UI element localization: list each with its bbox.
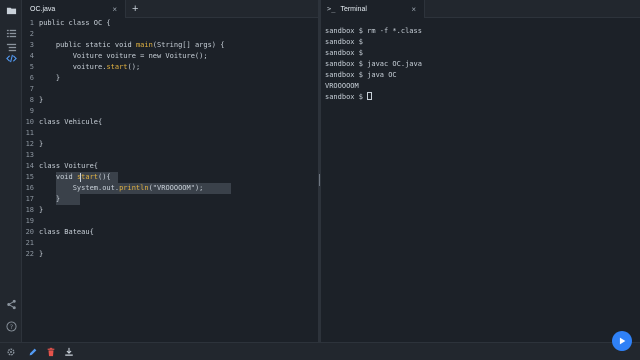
line-number: 3 bbox=[29, 41, 34, 49]
code-line[interactable]: 13 bbox=[22, 150, 318, 161]
terminal-line: sandbox $ bbox=[325, 49, 363, 57]
code-text: System.out.println("VROOOOOM"); bbox=[39, 184, 204, 192]
settings-icon[interactable] bbox=[5, 346, 17, 358]
resize-handle[interactable] bbox=[319, 174, 320, 186]
line-number: 15 bbox=[25, 173, 34, 181]
add-tab-button[interactable]: + bbox=[132, 0, 138, 18]
line-number: 18 bbox=[25, 206, 34, 214]
edit-icon[interactable] bbox=[27, 346, 39, 358]
code-text: } bbox=[39, 206, 44, 214]
close-icon[interactable]: × bbox=[112, 5, 117, 14]
line-number: 21 bbox=[25, 239, 34, 247]
code-text: class Vehicule{ bbox=[39, 118, 103, 126]
code-line[interactable]: 22} bbox=[22, 249, 318, 260]
code-text: Voiture voiture = new Voiture(); bbox=[39, 52, 208, 60]
download-icon[interactable] bbox=[63, 346, 75, 358]
tab-oc-java[interactable]: OC.java × bbox=[22, 0, 126, 18]
terminal-line: sandbox $ bbox=[325, 38, 363, 46]
line-number: 5 bbox=[29, 63, 34, 71]
activity-bar: ? bbox=[0, 0, 22, 360]
line-number: 6 bbox=[29, 74, 34, 82]
code-line[interactable]: 2 bbox=[22, 29, 318, 40]
code-line[interactable]: 7 bbox=[22, 84, 318, 95]
code-line[interactable]: 5 voiture.start(); bbox=[22, 62, 318, 73]
code-line[interactable]: 19 bbox=[22, 216, 318, 227]
terminal-line: sandbox $ rm -f *.class bbox=[325, 27, 422, 35]
line-number: 17 bbox=[25, 195, 34, 203]
code-text: } bbox=[39, 195, 61, 203]
line-number: 20 bbox=[25, 228, 34, 236]
terminal-cursor bbox=[367, 92, 373, 100]
code-line[interactable]: 4 Voiture voiture = new Voiture(); bbox=[22, 51, 318, 62]
code-line[interactable]: 6 } bbox=[22, 73, 318, 84]
line-number: 9 bbox=[29, 107, 34, 115]
line-number: 8 bbox=[29, 96, 34, 104]
code-line[interactable]: 11 bbox=[22, 128, 318, 139]
code-line[interactable]: 15 void start(){ bbox=[22, 172, 318, 183]
line-number: 19 bbox=[25, 217, 34, 225]
tab-label: Terminal bbox=[340, 5, 367, 13]
code-line[interactable]: 20 class Bateau{ bbox=[22, 227, 318, 238]
help-icon[interactable]: ? bbox=[4, 319, 18, 333]
share-icon[interactable] bbox=[4, 297, 18, 311]
bottom-toolbar bbox=[0, 342, 640, 360]
editor-tabbar: OC.java × + bbox=[22, 0, 318, 18]
terminal-tabbar: >_ Terminal × bbox=[321, 0, 640, 18]
text-cursor bbox=[80, 173, 81, 182]
terminal-line: sandbox $ javac OC.java bbox=[325, 60, 422, 68]
code-text: void start(){ bbox=[39, 173, 111, 181]
code-line[interactable]: 18} bbox=[22, 205, 318, 216]
terminal-line: VROOOOOM bbox=[325, 82, 359, 90]
code-text: } bbox=[39, 250, 44, 258]
line-number: 2 bbox=[29, 30, 34, 38]
run-button[interactable] bbox=[612, 331, 632, 351]
code-text: class Bateau{ bbox=[39, 228, 94, 236]
play-icon bbox=[619, 337, 626, 345]
code-line[interactable]: 21 bbox=[22, 238, 318, 249]
terminal-line: sandbox $ bbox=[325, 92, 625, 103]
code-text: class Voiture{ bbox=[39, 162, 99, 170]
code-editor: OC.java × + 1 public class OC { 2 3 public … bbox=[22, 0, 318, 342]
code-line[interactable]: 9 bbox=[22, 106, 318, 117]
code-line[interactable]: 1 public class OC { bbox=[22, 18, 318, 29]
line-number: 4 bbox=[29, 52, 34, 60]
code-line[interactable]: 12} bbox=[22, 139, 318, 150]
line-number: 14 bbox=[25, 162, 34, 170]
code-text: } bbox=[39, 96, 44, 104]
code-line[interactable]: 14 class Voiture{ bbox=[22, 161, 318, 172]
line-number: 16 bbox=[25, 184, 34, 192]
code-line[interactable]: 10 class Vehicule{ bbox=[22, 117, 318, 128]
terminal-line: sandbox $ java OC bbox=[325, 71, 397, 79]
line-number: 7 bbox=[29, 85, 34, 93]
code-line[interactable]: 8} bbox=[22, 95, 318, 106]
folder-icon[interactable] bbox=[4, 3, 18, 17]
line-number: 11 bbox=[25, 129, 34, 137]
code-line[interactable]: 17 } bbox=[22, 194, 318, 205]
close-icon[interactable]: × bbox=[411, 5, 416, 14]
code-text: } bbox=[39, 140, 44, 148]
tab-terminal[interactable]: >_ Terminal × bbox=[321, 0, 425, 18]
code-text: public class OC { bbox=[39, 19, 111, 27]
tab-label: OC.java bbox=[30, 5, 56, 13]
code-text: voiture.start(); bbox=[39, 63, 141, 71]
code-line[interactable]: 3 public static void main(String[] args)… bbox=[22, 40, 318, 51]
line-number: 22 bbox=[25, 250, 34, 258]
terminal-icon: >_ bbox=[327, 5, 336, 13]
line-number: 1 bbox=[29, 19, 34, 27]
terminal-pane: >_ Terminal × sandbox $ rm -f *.class san… bbox=[321, 0, 640, 342]
svg-text:?: ? bbox=[9, 322, 12, 330]
code-text: } bbox=[39, 74, 61, 82]
line-number: 13 bbox=[25, 151, 34, 159]
line-number: 12 bbox=[25, 140, 34, 148]
line-number: 10 bbox=[25, 118, 34, 126]
files-icon[interactable] bbox=[4, 26, 18, 40]
code-text: public static void main(String[] args) { bbox=[39, 41, 225, 49]
code-icon[interactable] bbox=[4, 51, 18, 65]
code-line[interactable]: 16 System.out.println("VROOOOOM"); bbox=[22, 183, 318, 194]
delete-icon[interactable] bbox=[45, 346, 57, 358]
